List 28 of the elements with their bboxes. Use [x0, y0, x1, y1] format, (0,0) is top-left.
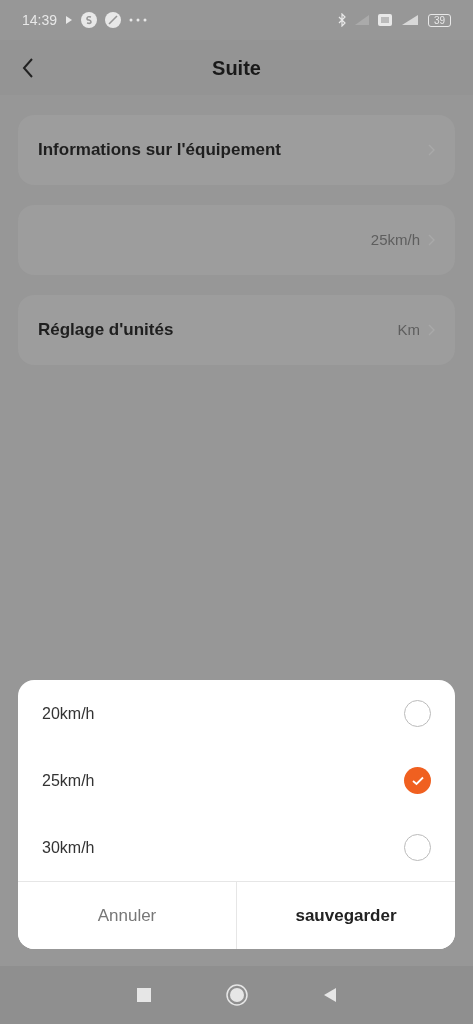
speed-option[interactable]: 25km/h — [18, 747, 455, 814]
bluetooth-icon — [337, 13, 346, 27]
battery-level: 39 — [427, 13, 451, 27]
page-title: Suite — [212, 56, 261, 79]
back-button[interactable] — [22, 56, 34, 79]
cancel-button[interactable]: Annuler — [18, 882, 237, 949]
app-icon — [81, 12, 98, 28]
sim-icon — [377, 14, 392, 26]
setting-value: 25km/h — [370, 229, 420, 250]
settings-row[interactable]: Informations sur l'équipement — [18, 115, 455, 185]
option-label: 20km/h — [42, 703, 95, 724]
more-icon — [129, 18, 148, 22]
home-icon[interactable] — [225, 984, 248, 1006]
status-time: 14:39 — [22, 10, 58, 30]
check-icon — [411, 775, 424, 786]
back-icon[interactable] — [322, 987, 337, 1003]
app-icon — [105, 12, 122, 28]
settings-row[interactable]: Réglage d'unités Km — [18, 295, 455, 365]
option-label: 25km/h — [42, 770, 95, 791]
recents-icon[interactable] — [136, 988, 151, 1002]
speed-option[interactable]: 20km/h — [18, 680, 455, 747]
option-label: 30km/h — [42, 837, 95, 858]
speed-option[interactable]: 30km/h — [18, 814, 455, 881]
radio-button[interactable] — [404, 767, 431, 794]
setting-label: Réglage d'unités — [38, 319, 174, 342]
play-icon — [65, 15, 74, 25]
setting-value: Km — [397, 319, 420, 340]
setting-label: Informations sur l'équipement — [38, 139, 281, 162]
